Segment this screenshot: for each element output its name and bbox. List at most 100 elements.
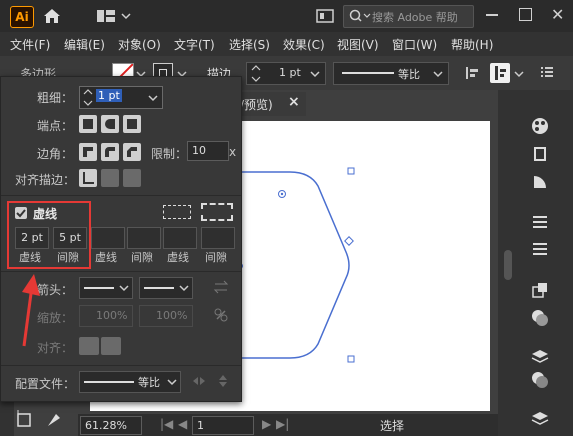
symbols-icon[interactable]: [530, 410, 550, 430]
menu-view[interactable]: 视图(V): [337, 36, 379, 53]
gap-2-label: 间隙: [131, 251, 153, 264]
end-scale-value: 100%: [156, 309, 188, 322]
right-panel-dock: [498, 90, 573, 436]
workspace-switcher-icon[interactable]: [96, 8, 136, 24]
align-icon[interactable]: [464, 65, 480, 84]
flip-across-icon[interactable]: [215, 373, 231, 392]
corner-label: 边角：: [37, 147, 74, 161]
transform-icon[interactable]: [490, 63, 510, 83]
menu-window[interactable]: 窗口(W): [392, 36, 437, 53]
menu-type[interactable]: 文字(T): [174, 36, 215, 53]
menu-select[interactable]: 选择(S): [229, 36, 270, 53]
pen-tool-icon[interactable]: [44, 410, 64, 433]
projecting-cap-icon[interactable]: [123, 115, 141, 133]
gap-3-label: 间隙: [205, 251, 227, 264]
dash-highlight-box: [7, 201, 91, 269]
layers-panel-icon[interactable]: [530, 144, 550, 164]
start-scale-value: 100%: [96, 309, 128, 322]
search-icon: [348, 8, 372, 27]
page-field[interactable]: 1: [192, 416, 254, 435]
stroke-panel-icon[interactable]: [530, 212, 550, 232]
pathfinder-icon[interactable]: [530, 308, 550, 328]
butt-cap-icon[interactable]: [79, 115, 97, 133]
status-bar: 61.28% |◀ ◀ 1 ▶ ▶| 选择: [78, 414, 498, 436]
arrow-tip-beyond-icon[interactable]: [79, 337, 99, 355]
end-scale-field[interactable]: 100%: [139, 305, 193, 327]
limit-value: 10: [192, 144, 206, 157]
align-inside-icon[interactable]: [101, 169, 119, 187]
prev-page-icon[interactable]: ◀: [178, 417, 187, 431]
link-scale-icon[interactable]: [213, 307, 229, 326]
menu-bar: 文件(F) 编辑(E) 对象(O) 文字(T) 选择(S) 效果(C) 视图(V…: [0, 32, 573, 56]
close-tab-icon[interactable]: ×: [288, 94, 300, 110]
panel-menu-icon[interactable]: [541, 66, 553, 81]
app-logo: Ai: [10, 6, 34, 28]
first-page-icon[interactable]: |◀: [160, 417, 173, 431]
stroke-profile-value: 等比: [138, 376, 160, 389]
artboard-tool-icon[interactable]: [14, 410, 34, 433]
limit-field[interactable]: 10: [187, 141, 229, 161]
arrange-documents-icon[interactable]: [316, 8, 334, 24]
profile-value: 等比: [398, 68, 420, 81]
transform-panel-icon[interactable]: [530, 280, 550, 300]
dock-scrollbar[interactable]: [504, 250, 512, 280]
profile-dropdown[interactable]: 等比: [333, 62, 449, 85]
transform-dropdown-icon[interactable]: [514, 67, 524, 81]
artboards-icon[interactable]: [530, 348, 550, 368]
current-tool-status: 选择: [380, 419, 405, 433]
miter-join-icon[interactable]: [79, 143, 97, 161]
menu-help[interactable]: 帮助(H): [451, 36, 493, 53]
home-icon[interactable]: [42, 7, 62, 25]
stroke-weight-value: 1 pt: [279, 66, 301, 79]
align-center-icon[interactable]: [79, 169, 97, 187]
minimize-button[interactable]: [486, 14, 498, 16]
title-bar: Ai 搜索 Adobe 帮助 ✕: [0, 0, 573, 32]
start-scale-field[interactable]: 100%: [79, 305, 133, 327]
align-stroke-label: 对齐描边：: [15, 173, 76, 187]
menu-file[interactable]: 文件(F): [10, 36, 50, 53]
next-page-icon[interactable]: ▶: [262, 417, 271, 431]
swap-arrows-icon[interactable]: [213, 279, 229, 298]
stroke-panel: 粗细： 1 pt 端点： 边角： 限制： 10 x 对齐描边： 虚线 2 pt …: [0, 76, 242, 402]
dash-2-label: 虚线: [95, 251, 117, 264]
dash-exact-icon[interactable]: [163, 205, 191, 219]
menu-edit[interactable]: 编辑(E): [64, 36, 105, 53]
round-cap-icon[interactable]: [101, 115, 119, 133]
last-page-icon[interactable]: ▶|: [276, 417, 289, 431]
limit-unit: x: [229, 145, 237, 159]
arrow-tip-end-icon[interactable]: [101, 337, 121, 355]
dash-align-corners-icon[interactable]: [201, 203, 233, 221]
dash-3-field[interactable]: [163, 227, 197, 249]
page-value: 1: [197, 419, 204, 432]
gap-3-field[interactable]: [201, 227, 235, 249]
appearance-icon[interactable]: [530, 370, 550, 390]
document-tab[interactable]: /预览) ×: [236, 92, 306, 116]
menu-object[interactable]: 对象(O): [118, 36, 161, 53]
limit-label: 限制：: [151, 147, 188, 161]
search-field[interactable]: 搜索 Adobe 帮助: [343, 5, 474, 28]
gap-2-field[interactable]: [127, 227, 161, 249]
align-panel-icon[interactable]: [530, 240, 550, 260]
stroke-weight-stepper[interactable]: 1 pt: [246, 62, 326, 85]
color-icon[interactable]: [530, 116, 550, 136]
stroke-profile-dropdown[interactable]: 等比: [79, 371, 181, 393]
cap-label: 端点：: [37, 119, 74, 133]
align-outside-icon[interactable]: [123, 169, 141, 187]
weight-value: 1 pt: [96, 89, 122, 102]
bevel-join-icon[interactable]: [123, 143, 141, 161]
dash-2-field[interactable]: [91, 227, 125, 249]
gradient-icon[interactable]: [530, 172, 550, 192]
end-arrow-dropdown[interactable]: [139, 277, 193, 299]
menu-effect[interactable]: 效果(C): [283, 36, 325, 53]
profile-label: 配置文件：: [15, 377, 76, 391]
annotation-arrow: [22, 274, 40, 347]
start-arrow-dropdown[interactable]: [79, 277, 133, 299]
flip-along-icon[interactable]: [191, 373, 207, 392]
document-tab-label: /预览): [240, 98, 273, 112]
round-join-icon[interactable]: [101, 143, 119, 161]
maximize-button[interactable]: [519, 8, 532, 21]
zoom-field[interactable]: 61.28%: [80, 416, 142, 435]
weight-field[interactable]: 1 pt: [79, 86, 163, 109]
close-window-icon[interactable]: ✕: [551, 5, 564, 24]
weight-label: 粗细：: [37, 91, 74, 105]
